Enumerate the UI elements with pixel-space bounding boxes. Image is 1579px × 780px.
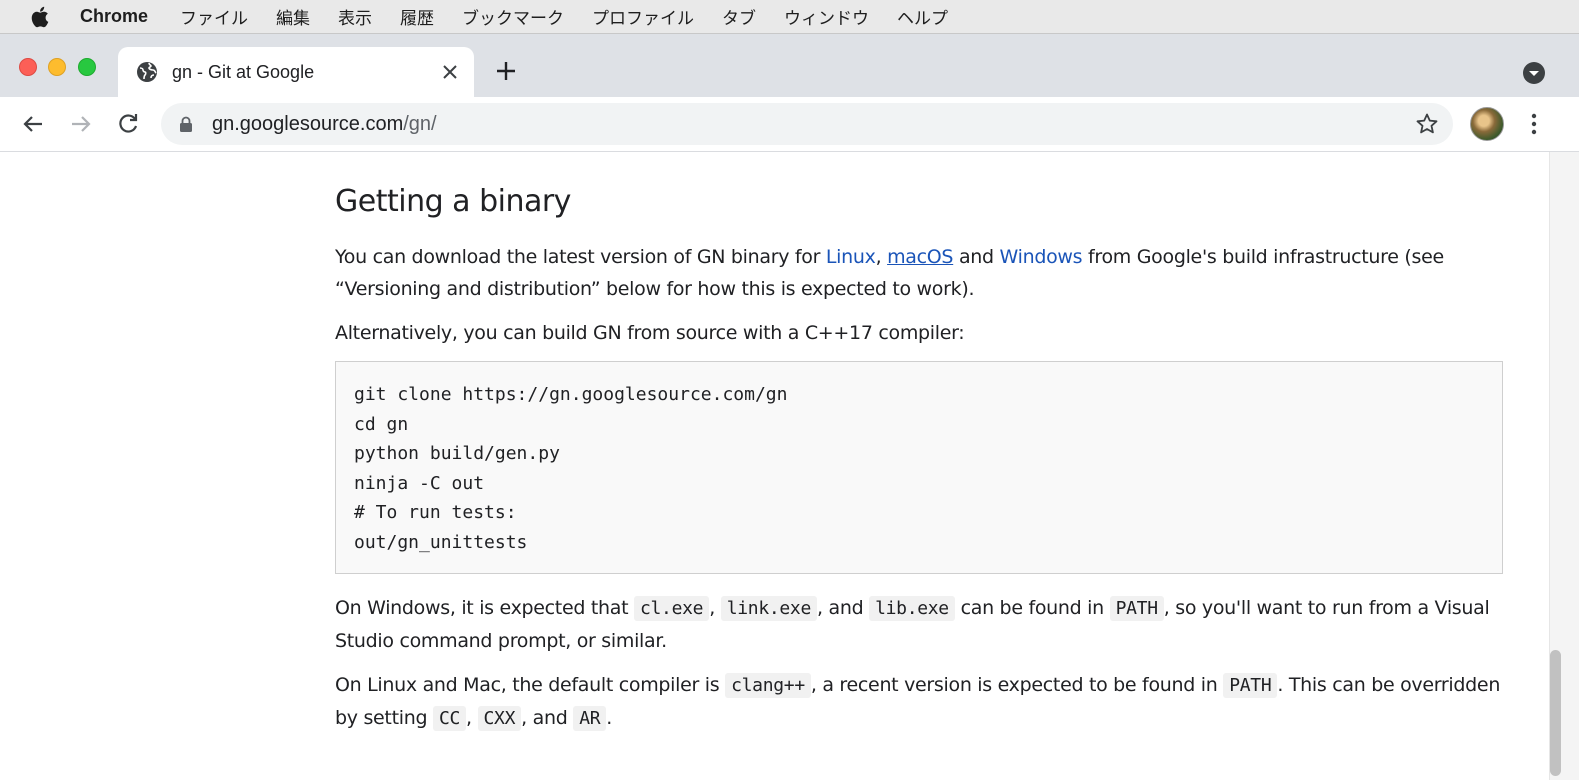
paragraph-linux-mac: On Linux and Mac, the default compiler i…: [335, 669, 1505, 735]
text: ,: [875, 246, 888, 268]
inline-code: link.exe: [720, 596, 817, 621]
text: and: [953, 246, 1000, 268]
link-linux[interactable]: Linux: [826, 246, 876, 268]
code-block[interactable]: git clone https://gn.googlesource.com/gn…: [335, 361, 1503, 574]
url-host: gn.googlesource.com: [212, 113, 404, 135]
menu-tab[interactable]: タブ: [722, 4, 756, 29]
bookmark-star-icon[interactable]: [1415, 112, 1439, 136]
tab-strip: gn - Git at Google: [0, 33, 1579, 98]
url-path: /gn/: [403, 113, 437, 135]
code-line: out/gn_unittests: [354, 531, 528, 553]
code-line: python build/gen.py: [354, 443, 560, 464]
text: , and: [521, 707, 574, 729]
browser-toolbar: gn.googlesource.com/gn/: [0, 97, 1579, 152]
inline-code: CXX: [477, 706, 522, 731]
menu-app-name[interactable]: Chrome: [80, 6, 148, 27]
text: You can download the latest version of G…: [335, 246, 826, 268]
paragraph-download: You can download the latest version of G…: [335, 241, 1505, 305]
inline-code: AR: [573, 706, 607, 731]
menu-file[interactable]: ファイル: [180, 4, 248, 29]
text: On Linux and Mac, the default compiler i…: [335, 674, 726, 696]
tab-close-icon[interactable]: [438, 60, 462, 84]
page-scrollbar-thumb[interactable]: [1550, 650, 1561, 776]
reload-icon[interactable]: [115, 111, 141, 137]
inline-code: PATH: [1223, 673, 1278, 698]
window-close-button[interactable]: [19, 58, 37, 76]
inline-code: CC: [432, 706, 467, 731]
text: can be found in: [954, 597, 1110, 619]
paragraph-windows: On Windows, it is expected that cl.exe , …: [335, 592, 1505, 657]
link-windows[interactable]: Windows: [1000, 246, 1083, 268]
tab-search-icon[interactable]: [1522, 61, 1546, 85]
new-tab-icon[interactable]: [494, 59, 518, 83]
text: ,: [709, 597, 721, 619]
text: , and: [817, 597, 870, 619]
more-menu-icon[interactable]: [1524, 111, 1544, 137]
doc-content: Getting a binary You can download the la…: [335, 184, 1505, 747]
globe-icon: [137, 62, 157, 82]
code-line: # To run tests:: [354, 502, 517, 523]
window-minimize-button[interactable]: [48, 58, 66, 76]
menu-window[interactable]: ウィンドウ: [784, 4, 869, 29]
macos-menu-bar: Chrome ファイル 編集 表示 履歴 ブックマーク プロファイル タブ ウィ…: [0, 0, 1579, 33]
code-line: ninja -C out: [354, 472, 485, 494]
link-macos[interactable]: macOS: [887, 246, 953, 268]
back-arrow-icon[interactable]: [20, 111, 46, 137]
menu-edit[interactable]: 編集: [276, 4, 310, 29]
inline-code: PATH: [1109, 596, 1164, 621]
url-text[interactable]: gn.googlesource.com/gn/: [212, 113, 437, 136]
code-line: git clone https://gn.googlesource.com/gn: [354, 384, 788, 405]
menu-profiles[interactable]: プロファイル: [592, 4, 694, 29]
text: .: [606, 707, 613, 729]
window-zoom-button[interactable]: [78, 58, 96, 76]
paragraph-build-from-source: Alternatively, you can build GN from sou…: [335, 322, 965, 344]
inline-code: cl.exe: [633, 596, 710, 621]
code-line: cd gn: [354, 413, 409, 435]
section-heading: Getting a binary: [335, 184, 571, 219]
menu-history[interactable]: 履歴: [400, 4, 434, 29]
text: ,: [466, 707, 478, 729]
menu-view[interactable]: 表示: [338, 4, 372, 29]
tab-title: gn - Git at Google: [172, 62, 315, 82]
inline-code: clang++: [725, 673, 811, 698]
apple-logo-icon[interactable]: [30, 5, 52, 29]
browser-tab-active[interactable]: gn - Git at Google: [118, 47, 474, 98]
menu-bookmarks[interactable]: ブックマーク: [462, 4, 564, 29]
text: , a recent version is expected to be fou…: [810, 674, 1224, 696]
lock-icon[interactable]: [179, 116, 193, 133]
forward-arrow-icon[interactable]: [68, 111, 94, 137]
inline-code: lib.exe: [869, 596, 955, 621]
text: On Windows, it is expected that: [335, 597, 634, 619]
profile-avatar[interactable]: [1470, 107, 1504, 141]
menu-help[interactable]: ヘルプ: [897, 4, 948, 29]
address-bar[interactable]: gn.googlesource.com/gn/: [161, 103, 1453, 145]
web-page: Getting a binary You can download the la…: [0, 152, 1549, 780]
